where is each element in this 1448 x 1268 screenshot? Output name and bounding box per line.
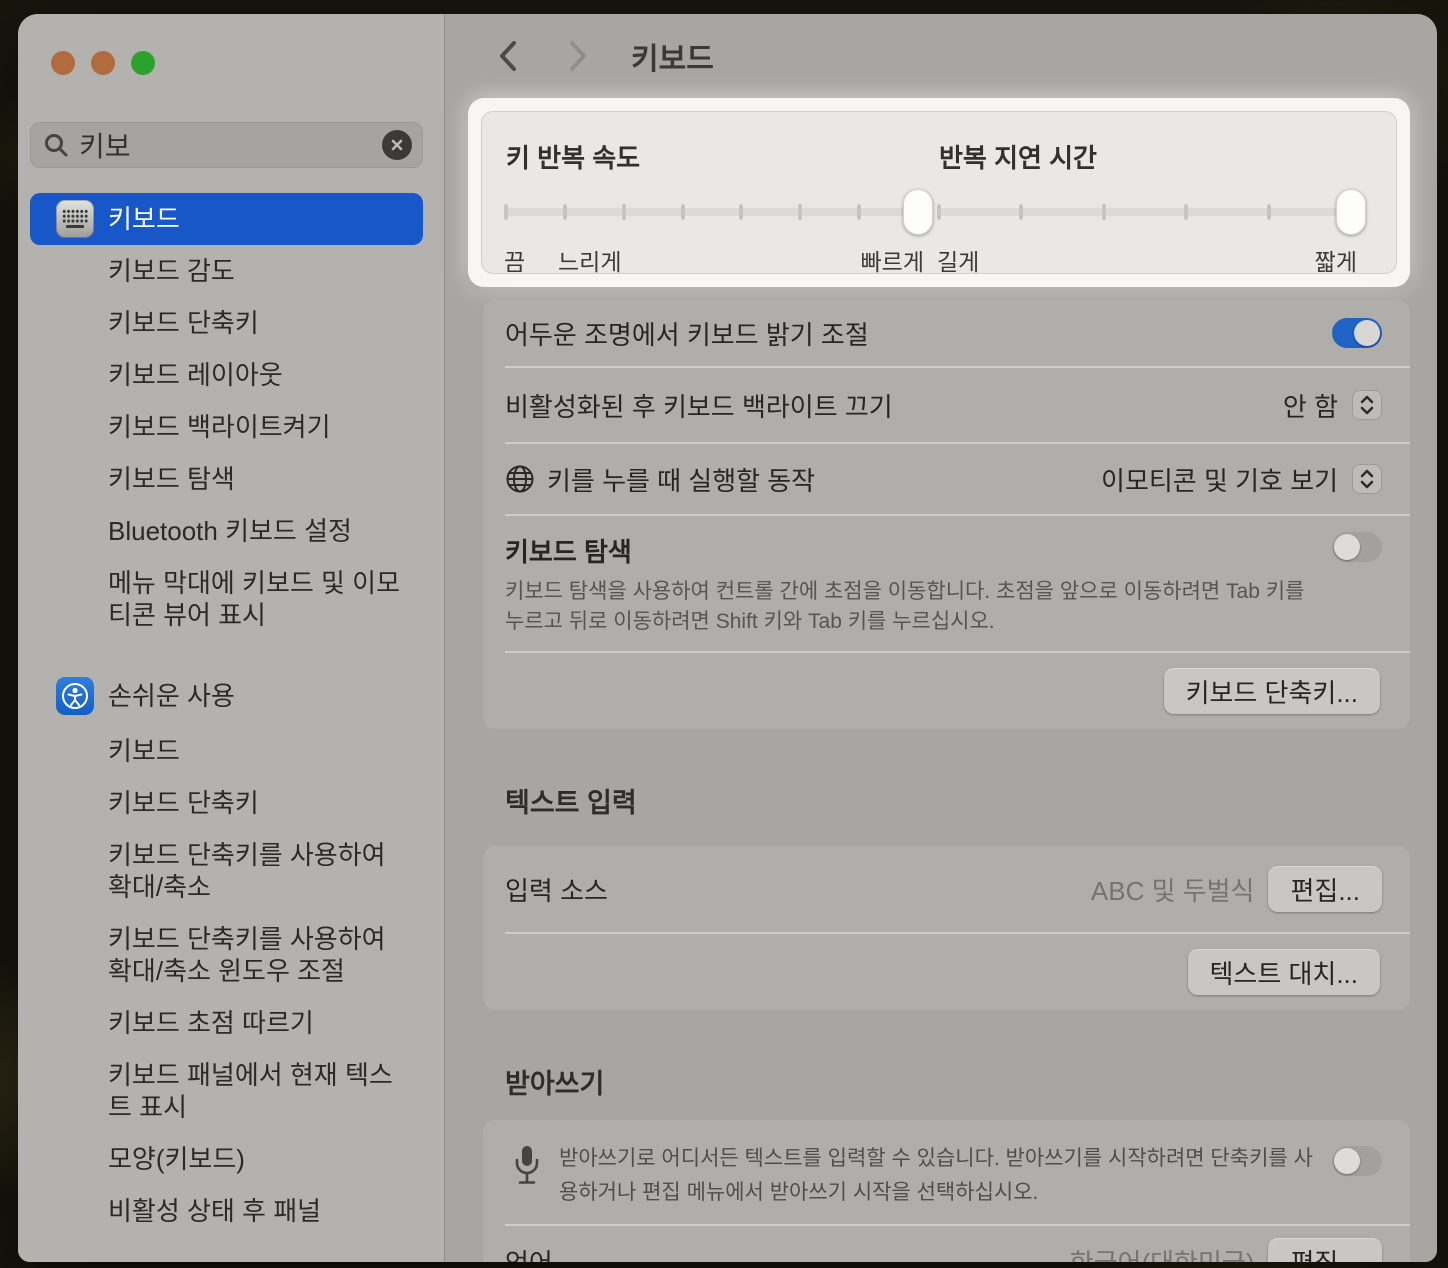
page-header: 키보드	[483, 14, 1410, 98]
sidebar-item-zoom-shortcuts[interactable]: 키보드 단축키를 사용하여 확대/축소	[30, 829, 423, 913]
keyboard-navigation-row: 키보드 탐색 키보드 탐색을 사용하여 컨트롤 간에 초점을 이동합니다. 초점…	[483, 516, 1410, 651]
sidebar-item-panel-text[interactable]: 키보드 패널에서 현재 텍스트 표시	[30, 1049, 423, 1133]
input-source-value: ABC 및 두벌식	[1091, 871, 1255, 908]
minimize-button[interactable]	[91, 51, 115, 75]
sidebar-item-keyboard-layout[interactable]: 키보드 레이아웃	[30, 349, 423, 401]
spotlight-highlight-panel: 키 반복 속도 끔 느리게 빠르게 반복 지연 시간	[468, 98, 1410, 287]
page-title: 키보드	[631, 34, 714, 78]
search-icon	[43, 132, 69, 158]
sidebar-item-accessibility[interactable]: 손쉬운 사용	[30, 667, 423, 725]
text-input-card: 입력 소스 ABC 및 두벌식 편집... 텍스트 대치...	[483, 846, 1410, 1010]
back-button[interactable]	[495, 39, 521, 73]
system-settings-window: 키보드 키보드 감도 키보드 단축키 키보드 레이아웃 키보드 백라이트켜기 키…	[18, 14, 1437, 1262]
repeat-delay-slider[interactable]	[939, 187, 1351, 237]
sidebar-item-keyboard-focus[interactable]: 키보드 초점 따르기	[30, 997, 423, 1049]
keyboard-navigation-description: 키보드 탐색을 사용하여 컨트롤 간에 초점을 이동합니다. 초점을 앞으로 이…	[505, 577, 1305, 637]
sidebar-item-axx-shortcuts[interactable]: 키보드 단축키	[30, 777, 423, 829]
dictation-card: 받아쓰기로 어디서든 텍스트를 입력할 수 있습니다. 받아쓰기를 시작하려면 …	[483, 1120, 1410, 1262]
dictation-row: 받아쓰기로 어디서든 텍스트를 입력할 수 있습니다. 받아쓰기를 시작하려면 …	[483, 1120, 1410, 1224]
press-action-row: 키를 누를 때 실행할 동작 이모티콘 및 기호 보기	[483, 444, 1410, 514]
stepper-chevrons-icon	[1359, 468, 1375, 490]
backlight-off-value: 안 함	[1283, 387, 1338, 424]
keyboard-settings-card: 어두운 조명에서 키보드 밝기 조절 비활성화된 후 키보드 백라이트 끄기 안…	[483, 300, 1410, 729]
sidebar-item-keyboard[interactable]: 키보드	[30, 193, 423, 245]
sidebar-item-inactive-panel[interactable]: 비활성 상태 후 패널	[30, 1185, 423, 1237]
main-content: 키보드 키 반복 속도 끔 느리게 빠르게	[445, 14, 1437, 1262]
key-repeat-label: 키 반복 속도	[506, 138, 939, 175]
language-row: 언어 한국어(대한민국) 편집...	[483, 1226, 1410, 1262]
microphone-icon	[513, 1144, 541, 1188]
search-field[interactable]	[30, 122, 423, 168]
keyboard-shortcuts-button[interactable]: 키보드 단축키...	[1164, 668, 1380, 714]
close-button[interactable]	[51, 51, 75, 75]
text-replace-button-row: 텍스트 대치...	[483, 934, 1410, 1010]
globe-icon	[505, 464, 535, 494]
search-input[interactable]	[79, 129, 382, 161]
language-value: 한국어(대한민국)	[1070, 1243, 1255, 1263]
window-controls	[18, 14, 444, 75]
key-repeat-scale-labels: 끔 느리게 빠르게	[506, 243, 918, 273]
sidebar-item-bluetooth-keyboard[interactable]: Bluetooth 키보드 설정	[30, 505, 423, 557]
keyboard-brightness-toggle[interactable]	[1332, 318, 1382, 348]
sidebar-item-keyboard-shortcuts[interactable]: 키보드 단축키	[30, 297, 423, 349]
backlight-off-stepper[interactable]	[1352, 390, 1382, 420]
shortcuts-button-row: 키보드 단축키...	[483, 653, 1410, 729]
keyboard-app-icon	[56, 200, 94, 238]
repeat-delay-label: 반복 지연 시간	[939, 138, 1372, 175]
forward-button[interactable]	[565, 39, 591, 73]
dictation-description: 받아쓰기로 어디서든 텍스트를 입력할 수 있습니다. 받아쓰기를 시작하려면 …	[559, 1142, 1331, 1210]
key-repeat-slider[interactable]	[506, 187, 918, 237]
repeat-delay-scale-labels: 길게 짧게	[939, 243, 1351, 273]
input-source-edit-button[interactable]: 편집...	[1268, 866, 1382, 912]
keyboard-navigation-label: 키보드 탐색	[505, 532, 632, 569]
sidebar-item-zoom-window[interactable]: 키보드 단축키를 사용하여 확대/축소 윈도우 조절	[30, 913, 423, 997]
text-replacements-button[interactable]: 텍스트 대치...	[1188, 949, 1381, 995]
dictation-section-title: 받아쓰기	[505, 1068, 1410, 1100]
input-source-row: 입력 소스 ABC 및 두벌식 편집...	[483, 846, 1410, 932]
key-repeat-panel: 키 반복 속도 끔 느리게 빠르게 반복 지연 시간	[481, 111, 1397, 274]
sidebar-item-keyboard-navigation[interactable]: 키보드 탐색	[30, 453, 423, 505]
search-results-list: 키보드 키보드 감도 키보드 단축키 키보드 레이아웃 키보드 백라이트켜기 키…	[18, 193, 444, 1237]
slider-thumb[interactable]	[1336, 189, 1366, 235]
key-repeat-group: 키 반복 속도 끔 느리게 빠르게	[506, 138, 939, 273]
sidebar-item-keyboard-sensitivity[interactable]: 키보드 감도	[30, 245, 423, 297]
backlight-off-row: 비활성화된 후 키보드 백라이트 끄기 안 함	[483, 368, 1410, 442]
press-action-stepper[interactable]	[1352, 464, 1382, 494]
repeat-delay-group: 반복 지연 시간 길게 짧게	[939, 138, 1372, 273]
clear-search-icon[interactable]	[382, 130, 412, 160]
slider-thumb[interactable]	[903, 189, 933, 235]
keyboard-navigation-toggle[interactable]	[1332, 532, 1382, 562]
sidebar: 키보드 키보드 감도 키보드 단축키 키보드 레이아웃 키보드 백라이트켜기 키…	[18, 14, 445, 1262]
sidebar-item-menubar-viewer[interactable]: 메뉴 막대에 키보드 및 이모티콘 뷰어 표시	[30, 557, 423, 641]
sidebar-item-axx-keyboard[interactable]: 키보드	[30, 725, 423, 777]
brightness-row: 어두운 조명에서 키보드 밝기 조절	[483, 300, 1410, 366]
press-action-value: 이모티콘 및 기호 보기	[1101, 461, 1338, 498]
text-input-section-title: 텍스트 입력	[505, 787, 1410, 819]
sidebar-item-keyboard-backlight[interactable]: 키보드 백라이트켜기	[30, 401, 423, 453]
dictation-toggle[interactable]	[1332, 1146, 1382, 1176]
zoom-button[interactable]	[131, 51, 155, 75]
language-edit-button[interactable]: 편집...	[1268, 1238, 1382, 1262]
accessibility-app-icon	[56, 677, 94, 715]
slider-track	[939, 208, 1351, 216]
sidebar-item-appearance-keyboard[interactable]: 모양(키보드)	[30, 1133, 423, 1185]
stepper-chevrons-icon	[1359, 394, 1375, 416]
